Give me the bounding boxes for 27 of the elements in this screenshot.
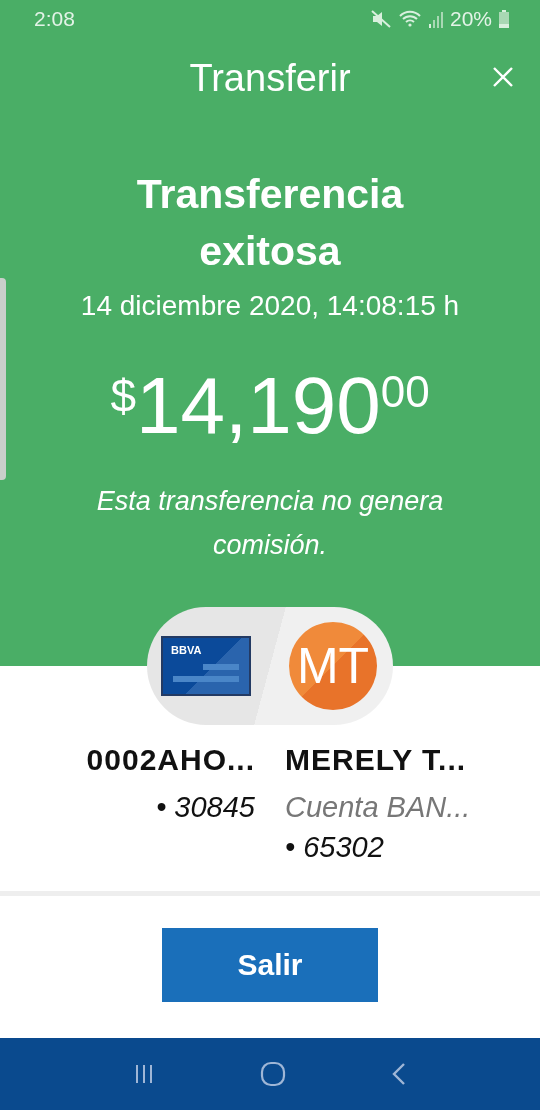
amount-cents: 00 — [380, 367, 430, 417]
mute-icon — [369, 9, 392, 29]
close-button[interactable] — [492, 66, 514, 88]
recipient-account-number: • 65302 — [285, 830, 384, 865]
transfer-date: 14 diciembre 2020, 14:08:15 h — [80, 290, 460, 322]
exit-button[interactable]: Salir — [162, 928, 378, 1002]
currency-sign: $ — [110, 369, 136, 423]
origin-account-number: • 30845 — [156, 790, 255, 825]
initials-avatar: MT — [289, 622, 377, 710]
signal-icon — [427, 9, 444, 29]
screen-title: Transferir — [189, 56, 351, 100]
origin-account-name: 0002AHO... — [86, 742, 255, 778]
card-stripe — [173, 676, 239, 682]
home-icon[interactable] — [260, 1061, 286, 1087]
card-stripe — [203, 664, 239, 670]
battery-icon — [498, 9, 510, 29]
edge-panel-handle[interactable] — [0, 278, 6, 480]
wifi-icon — [397, 9, 422, 29]
success-title: Transferencia exitosa — [135, 170, 405, 276]
commission-note: Esta transferencia no genera comisión. — [95, 485, 445, 562]
battery-percent: 20% — [449, 7, 492, 31]
recipient-name: MERELY T... — [285, 742, 467, 778]
bank-logo: BBVA — [171, 644, 202, 656]
back-icon[interactable] — [391, 1062, 408, 1086]
status-time: 2:08 — [34, 7, 75, 31]
recipient-account-type: Cuenta BAN... — [285, 790, 471, 825]
amount-value: 14,190 — [135, 361, 381, 451]
